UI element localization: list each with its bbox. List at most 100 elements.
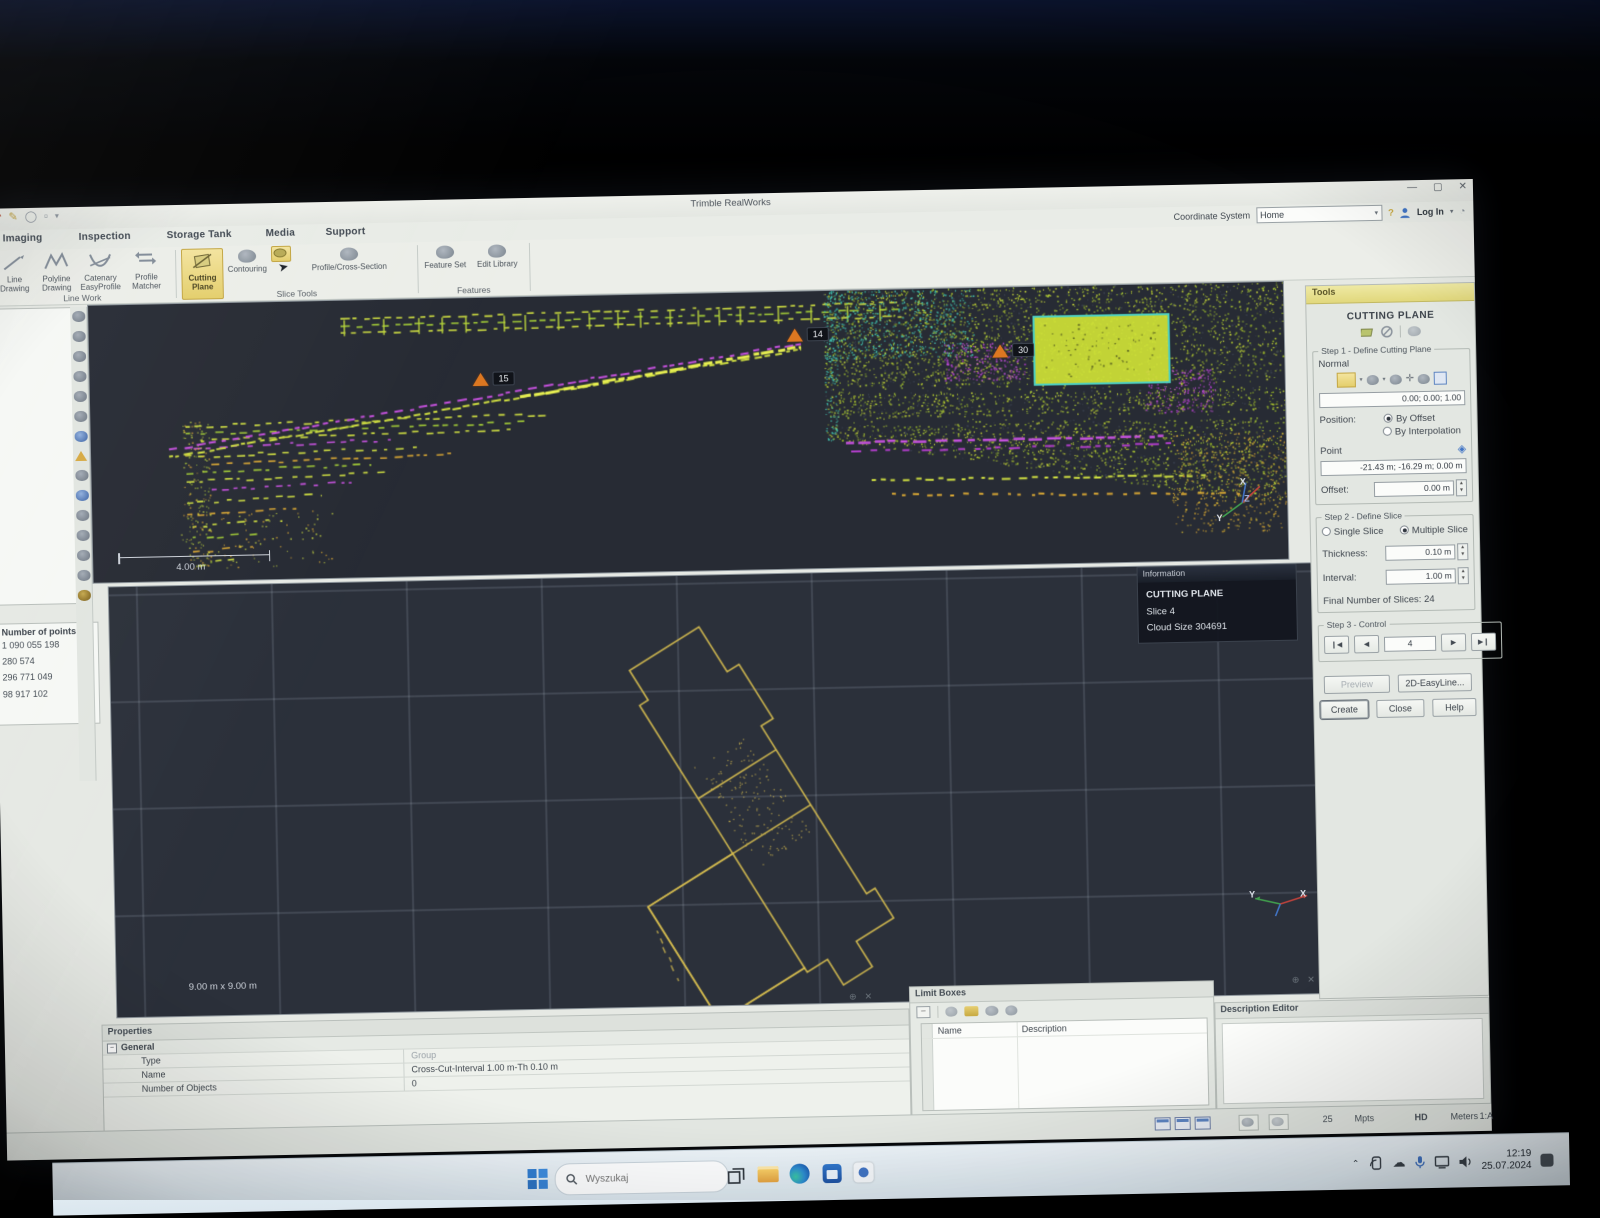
viewport-3d[interactable]: 15 14 30 4.00 m X Z — [87, 281, 1289, 584]
login-caret-icon[interactable]: ▾ — [1450, 207, 1454, 215]
file-explorer-button[interactable] — [752, 1159, 783, 1190]
onedrive-icon[interactable]: ☁ — [1392, 1155, 1405, 1171]
edge-button[interactable] — [784, 1158, 815, 1189]
reset-plane-icon[interactable] — [1408, 326, 1421, 336]
hd-indicator[interactable]: HD — [1415, 1112, 1428, 1122]
tool-icon[interactable] — [72, 311, 85, 322]
description-editor-body[interactable] — [1222, 1018, 1485, 1104]
single-slice-radio[interactable]: Single Slice — [1322, 526, 1384, 538]
workspace-panel[interactable]: ◯ — [0, 307, 78, 606]
interval-input[interactable]: 1.00 m — [1386, 568, 1456, 584]
first-slice-button[interactable]: ❙◀ — [1324, 636, 1349, 654]
polyline-drawing-button[interactable]: Polyline Drawing — [33, 251, 80, 293]
lock-limitbox-icon[interactable] — [945, 1006, 957, 1016]
tool-icon[interactable] — [76, 550, 89, 561]
expander-icon[interactable]: − — [107, 1043, 117, 1053]
limitbox-tool-icon[interactable] — [75, 490, 88, 501]
normal-axis-icon[interactable] — [1336, 372, 1355, 387]
tab-inspection[interactable]: Inspection — [79, 231, 131, 243]
close-panel-button[interactable]: Close — [1376, 699, 1424, 718]
disable-plane-icon[interactable] — [1381, 326, 1393, 338]
cast-screen-icon[interactable] — [1434, 1155, 1449, 1168]
annotation-marker-30[interactable]: 30 — [992, 343, 1034, 358]
tool-icon[interactable] — [73, 391, 86, 402]
tool-icon[interactable] — [75, 470, 88, 481]
draw-limitbox-icon[interactable] — [985, 1006, 998, 1016]
previous-slice-button[interactable]: ◀ — [1354, 635, 1379, 653]
tab-support[interactable]: Support — [326, 226, 366, 238]
last-slice-button[interactable]: ▶❙ — [1471, 633, 1496, 651]
units-indicator[interactable]: Meters — [1450, 1111, 1478, 1122]
edit-library-button[interactable]: Edit Library — [474, 244, 520, 270]
point-picker-icon[interactable]: ◈ — [1458, 442, 1467, 455]
tool-icon[interactable] — [76, 530, 89, 541]
tool-icon[interactable] — [72, 331, 85, 342]
profile-matcher-button[interactable]: Profile Matcher — [123, 249, 170, 291]
draw-tool-icon[interactable] — [77, 590, 90, 601]
login-button[interactable]: Log In — [1417, 207, 1444, 218]
single-view-icon[interactable] — [1155, 1117, 1171, 1130]
speaker-icon[interactable] — [1458, 1155, 1472, 1168]
tray-chevron-icon[interactable]: ⌃ — [1352, 1158, 1360, 1169]
pin-pane-icon[interactable]: ⊕ — [1292, 975, 1300, 986]
annotation-marker-15[interactable]: 15 — [472, 371, 514, 386]
split-view-icon[interactable] — [1175, 1117, 1191, 1130]
contouring-button[interactable]: Contouring — [224, 249, 270, 275]
help-icon[interactable]: ? — [1388, 207, 1394, 218]
normal-view-icon[interactable] — [1366, 374, 1378, 384]
normal-vector-input[interactable]: 0.00; 0.00; 1.00 — [1319, 390, 1465, 408]
phone-link-icon[interactable] — [1368, 1156, 1383, 1170]
collapse-icon[interactable]: – — [916, 1006, 930, 1018]
tool-icon[interactable] — [72, 351, 85, 362]
stamp2-icon[interactable] — [1269, 1114, 1289, 1130]
tools-tab[interactable]: Tools — [1306, 283, 1474, 304]
close-pane-icon[interactable]: ✕ — [865, 991, 873, 1002]
easyline-button[interactable]: 2D-EasyLine... — [1398, 673, 1472, 692]
multiple-slice-radio[interactable]: Multiple Slice — [1400, 524, 1468, 536]
close-button[interactable]: ✕ — [1458, 181, 1467, 192]
offset-spinner[interactable]: ▲▼ — [1456, 479, 1467, 496]
tool-icon[interactable] — [77, 570, 90, 581]
sync-icon[interactable]: ◔ — [1459, 206, 1465, 217]
feature-set-button[interactable]: Feature Set — [422, 245, 468, 271]
task-view-button[interactable] — [720, 1160, 751, 1191]
tool-icon[interactable] — [74, 411, 87, 422]
quad-view-icon[interactable] — [1195, 1116, 1211, 1129]
interval-spinner[interactable]: ▲▼ — [1458, 567, 1469, 584]
notification-icon[interactable] — [1540, 1153, 1553, 1166]
warning-tool-icon[interactable] — [75, 451, 87, 461]
catenary-easyprofile-button[interactable]: Catenary EasyProfile — [77, 250, 124, 292]
monitor-tool-icon[interactable] — [74, 431, 87, 442]
new-limitbox-icon[interactable] — [964, 1006, 978, 1016]
maximize-button[interactable]: ▢ — [1433, 182, 1443, 193]
normal-fit-icon[interactable] — [1418, 373, 1430, 383]
tab-storage-tank[interactable]: Storage Tank — [167, 229, 232, 241]
thickness-spinner[interactable]: ▲▼ — [1457, 543, 1468, 560]
tool-icon[interactable] — [76, 510, 89, 521]
taskbar-search[interactable] — [554, 1160, 729, 1195]
store-button[interactable] — [816, 1158, 847, 1189]
edit-plane-icon[interactable] — [1361, 326, 1374, 337]
tab-media[interactable]: Media — [266, 228, 296, 240]
prop-value[interactable]: Cross-Cut-Interval 1.00 m-Th 0.10 m — [411, 1062, 558, 1075]
microphone-icon[interactable] — [1414, 1155, 1425, 1169]
stamp-icon[interactable] — [1239, 1114, 1259, 1130]
tray-clock[interactable]: 12:19 25.07.2024 — [1481, 1147, 1532, 1173]
preview-button[interactable]: Preview — [1324, 675, 1390, 694]
viewport-2d[interactable]: Information CUTTING PLANE Slice 4 Cloud … — [108, 562, 1333, 1018]
help-button[interactable]: Help — [1432, 698, 1476, 717]
create-button[interactable]: Create — [1320, 700, 1368, 719]
coordinate-system-select[interactable]: Home ▾ — [1256, 205, 1382, 224]
tool-icon[interactable] — [73, 371, 86, 382]
normal-box-icon[interactable] — [1434, 372, 1447, 385]
pointcloud-canvas[interactable] — [88, 282, 1288, 583]
search-input[interactable] — [584, 1170, 688, 1185]
normal-pick-icon[interactable] — [1389, 374, 1401, 384]
start-button[interactable] — [522, 1164, 553, 1195]
column-description[interactable]: Description — [1022, 1023, 1067, 1034]
column-name[interactable]: Name — [938, 1025, 962, 1035]
profile-cross-section-button[interactable]: Profile/Cross-Section — [304, 247, 394, 273]
next-slice-button[interactable]: ▶ — [1441, 633, 1466, 651]
app-button[interactable] — [848, 1157, 879, 1188]
pin-pane-icon[interactable]: ⊕ — [849, 992, 857, 1003]
